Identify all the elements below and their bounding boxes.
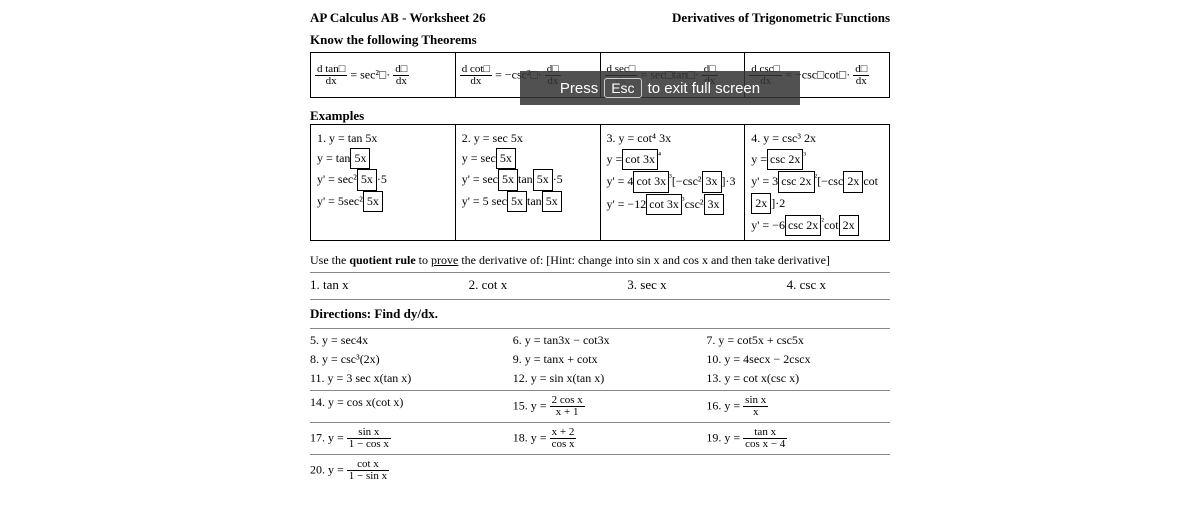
problems-row-6: 20. y = cot x1 − sin x [310,459,890,482]
prob-11: 11. y = 3 sec x(tan x) [310,371,503,386]
prob-15: 15. y = 2 cos xx + 1 [513,395,697,418]
prob-16: 16. y = sin xx [706,395,890,418]
example-2: 2. y = sec 5x y = sec5x y' = sec5xtan5x·… [455,125,600,241]
prob-10: 10. y = 4secx − 2cscx [706,352,890,367]
prob-18: 18. y = x + 2cos x [513,427,697,450]
problems-row-5: 17. y = sin x1 − cos x 18. y = x + 2cos … [310,427,890,450]
prob-8: 8. y = csc³(2x) [310,352,503,367]
problems-row-1: 5. y = sec4x 6. y = tan3x − cot3x 7. y =… [310,333,890,348]
examples-label: Examples [310,108,890,124]
prob-19: 19. y = tan xcos x − 4 [706,427,890,450]
directions: Directions: Find dy/dx. [310,306,890,322]
problems-row-2: 8. y = csc³(2x) 9. y = tanx + cotx 10. y… [310,352,890,367]
header-row: AP Calculus AB - Worksheet 26 Derivative… [310,10,890,26]
page-title: AP Calculus AB - Worksheet 26 [310,10,486,26]
prob-3: 3. sec x [627,277,666,293]
quotient-section: Use the quotient rule to prove the deriv… [310,253,890,268]
problems-row-3: 11. y = 3 sec x(tan x) 12. y = sin x(tan… [310,371,890,386]
prob-6: 6. y = tan3x − cot3x [513,333,697,348]
subheader: Know the following Theorems [310,32,890,48]
overlay-text-post: to exit full screen [648,80,761,97]
prob-13: 13. y = cot x(csc x) [706,371,890,386]
examples-grid: 1. y = tan 5x y = tan5x y' = sec²5x·5 y'… [310,124,890,241]
prob-20: 20. y = cot x1 − sin x [310,459,503,482]
prob-2: 2. cot x [469,277,508,293]
prob-9: 9. y = tanx + cotx [513,352,697,367]
prob-5: 5. y = sec4x [310,333,503,348]
problems-row-4: 14. y = cos x(cot x) 15. y = 2 cos xx + … [310,395,890,418]
prob-14: 14. y = cos x(cot x) [310,395,503,418]
prob-17: 17. y = sin x1 − cos x [310,427,503,450]
prob-1: 1. tan x [310,277,349,293]
example-4: 4. y = csc³ 2x y =csc 2x³ y' = 3csc 2x²[… [745,125,890,241]
prob-12: 12. y = sin x(tan x) [513,371,697,386]
prob-7: 7. y = cot5x + csc5x [706,333,890,348]
fullscreen-exit-banner: Press Esc to exit full screen [520,71,800,105]
overlay-text-pre: Press [560,80,598,97]
identity-tan: d tan□dx = sec²□· d□dx [311,53,456,98]
example-1: 1. y = tan 5x y = tan5x y' = sec²5x·5 y'… [311,125,456,241]
quotient-problems: 1. tan x 2. cot x 3. sec x 4. csc x [310,277,890,293]
esc-keycap-icon: Esc [604,78,641,98]
page-topic: Derivatives of Trigonometric Functions [672,10,890,26]
example-3: 3. y = cot⁴ 3x y =cot 3x⁴ y' = 4cot 3x³[… [600,125,745,241]
prob-4: 4. csc x [787,277,826,293]
